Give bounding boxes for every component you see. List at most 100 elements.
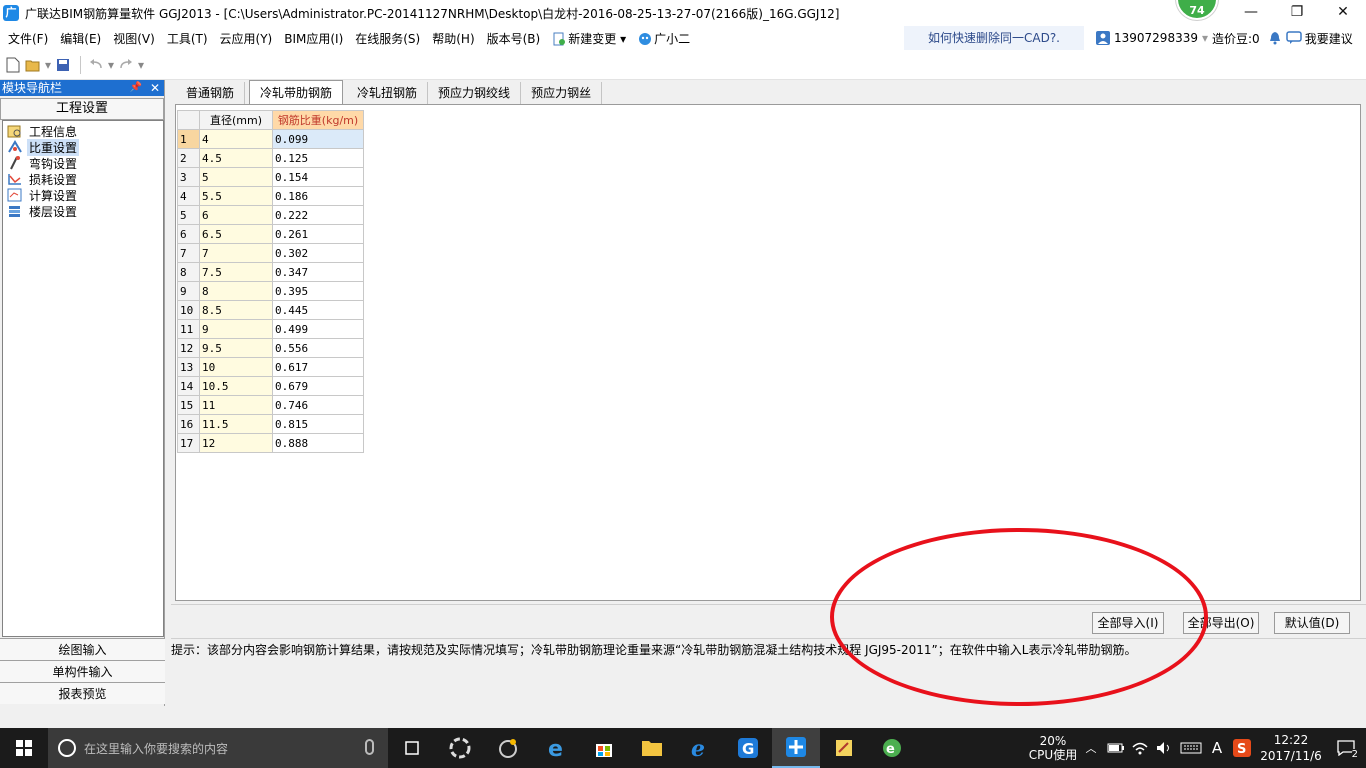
taskbar-app-pinwheel[interactable] (436, 728, 484, 768)
new-change-menu[interactable]: 新建变更 ▾ (544, 30, 630, 47)
tree-item-calc-settings[interactable]: 计算设置 (3, 187, 163, 203)
nav-single-component-input[interactable]: 单构件输入 (0, 660, 165, 682)
menu-version[interactable]: 版本号(B) (479, 30, 545, 47)
table-row[interactable]: 4 5.5 0.186 (177, 186, 364, 206)
diameter-cell[interactable]: 4.5 (199, 148, 273, 168)
column-header-weight[interactable]: 钢筋比重(kg/m) (272, 110, 364, 130)
weight-cell[interactable]: 0.347 (272, 262, 364, 282)
weight-cell[interactable]: 0.099 (272, 129, 364, 149)
cad-tip-link[interactable]: 如何快速删除同一CAD?. (904, 26, 1084, 50)
tab-cold-rolled-ribbed[interactable]: 冷轧带肋钢筋 (249, 80, 344, 104)
diameter-cell[interactable]: 12 (199, 433, 273, 453)
menu-file[interactable]: 文件(F) (0, 30, 52, 47)
open-file-button[interactable] (24, 56, 42, 74)
menu-view[interactable]: 视图(V) (105, 30, 159, 47)
table-corner-cell[interactable] (177, 110, 200, 130)
table-row[interactable]: 5 6 0.222 (177, 205, 364, 225)
maximize-button[interactable]: ❐ (1274, 0, 1320, 26)
menu-help[interactable]: 帮助(H) (424, 30, 478, 47)
phone-number[interactable]: 13907298339 (1114, 31, 1198, 45)
taskbar-app-glodon[interactable]: G (724, 728, 772, 768)
nav-drawing-input[interactable]: 绘图输入 (0, 638, 165, 660)
weight-cell[interactable]: 0.154 (272, 167, 364, 187)
taskbar-app-explorer[interactable] (628, 728, 676, 768)
taskbar-app-notes[interactable] (820, 728, 868, 768)
price-bean-count[interactable]: 造价豆:0 (1212, 30, 1260, 47)
undo-button[interactable] (87, 56, 105, 74)
diameter-cell[interactable]: 5 (199, 167, 273, 187)
weight-cell[interactable]: 0.815 (272, 414, 364, 434)
menu-cloud[interactable]: 云应用(Y) (212, 30, 277, 47)
table-row[interactable]: 3 5 0.154 (177, 167, 364, 187)
weight-cell[interactable]: 0.499 (272, 319, 364, 339)
weight-cell[interactable]: 0.186 (272, 186, 364, 206)
tree-item-floor-settings[interactable]: 楼层设置 (3, 203, 163, 219)
xiaoer-menu[interactable]: 广小二 (630, 30, 694, 47)
tree-item-project-info[interactable]: 工程信息 (3, 123, 163, 139)
table-row[interactable]: 13 10 0.617 (177, 357, 364, 377)
action-center-button[interactable]: 2 (1326, 728, 1366, 768)
battery-icon[interactable] (1107, 742, 1125, 754)
table-row[interactable]: 8 7.5 0.347 (177, 262, 364, 282)
weight-cell[interactable]: 0.746 (272, 395, 364, 415)
taskbar-app-ie[interactable]: e (676, 728, 724, 768)
wifi-icon[interactable] (1131, 741, 1149, 755)
menu-edit[interactable]: 编辑(E) (52, 30, 105, 47)
tab-prestressed-wire[interactable]: 预应力钢丝 (521, 82, 603, 104)
table-row[interactable]: 12 9.5 0.556 (177, 338, 364, 358)
table-row[interactable]: 16 11.5 0.815 (177, 414, 364, 434)
tree-item-hook-settings[interactable]: 弯钩设置 (3, 155, 163, 171)
weight-cell[interactable]: 0.888 (272, 433, 364, 453)
table-row[interactable]: 14 10.5 0.679 (177, 376, 364, 396)
task-view-button[interactable] (388, 728, 436, 768)
bell-icon[interactable] (1268, 31, 1282, 45)
minimize-button[interactable]: — (1228, 0, 1274, 26)
diameter-cell[interactable]: 6.5 (199, 224, 273, 244)
diameter-cell[interactable]: 5.5 (199, 186, 273, 206)
export-all-button[interactable]: 全部导出(O) (1183, 612, 1259, 634)
table-row[interactable]: 9 8 0.395 (177, 281, 364, 301)
close-button[interactable]: ✕ (1320, 0, 1366, 26)
import-all-button[interactable]: 全部导入(I) (1092, 612, 1164, 634)
taskbar-search-box[interactable]: 在这里输入你要搜索的内容 (48, 728, 388, 768)
taskbar-app-ggj-active[interactable] (772, 728, 820, 768)
new-file-button[interactable] (4, 56, 22, 74)
diameter-cell[interactable]: 7.5 (199, 262, 273, 282)
diameter-cell[interactable]: 10 (199, 357, 273, 377)
redo-dropdown-arrow[interactable]: ▾ (137, 56, 145, 74)
taskbar-app-edge[interactable]: e (532, 728, 580, 768)
weight-cell[interactable]: 0.125 (272, 148, 364, 168)
nav-close-icon[interactable]: ✕ (150, 80, 160, 96)
taskbar-app-spiral[interactable] (484, 728, 532, 768)
diameter-cell[interactable]: 4 (199, 129, 273, 149)
taskbar-app-store[interactable] (580, 728, 628, 768)
diameter-cell[interactable]: 8.5 (199, 300, 273, 320)
chevron-up-icon[interactable]: ︿ (1078, 740, 1104, 756)
table-row[interactable]: 11 9 0.499 (177, 319, 364, 339)
table-row[interactable]: 2 4.5 0.125 (177, 148, 364, 168)
taskbar-app-green[interactable]: e (868, 728, 916, 768)
pin-icon[interactable]: 📌 (130, 80, 142, 96)
diameter-cell[interactable]: 9.5 (199, 338, 273, 358)
weight-cell[interactable]: 0.222 (272, 205, 364, 225)
undo-dropdown-arrow[interactable]: ▾ (107, 56, 115, 74)
diameter-cell[interactable]: 8 (199, 281, 273, 301)
menu-bim[interactable]: BIM应用(I) (276, 30, 347, 47)
diameter-cell[interactable]: 7 (199, 243, 273, 263)
tree-item-weight-settings[interactable]: 比重设置 (3, 138, 163, 156)
diameter-cell[interactable]: 11.5 (199, 414, 273, 434)
save-button[interactable] (54, 56, 72, 74)
table-row[interactable]: 1 4 0.099 (177, 129, 364, 149)
keyboard-icon[interactable] (1180, 741, 1202, 755)
volume-icon[interactable] (1155, 741, 1173, 755)
diameter-cell[interactable]: 6 (199, 205, 273, 225)
menu-online[interactable]: 在线服务(S) (347, 30, 424, 47)
nav-group-project-settings[interactable]: 工程设置 (0, 98, 164, 120)
system-clock[interactable]: 12:22 2017/11/6 (1256, 732, 1326, 764)
default-value-button[interactable]: 默认值(D) (1274, 612, 1350, 634)
tab-normal-rebar[interactable]: 普通钢筋 (176, 82, 246, 104)
menu-tools[interactable]: 工具(T) (159, 30, 212, 47)
table-row[interactable]: 17 12 0.888 (177, 433, 364, 453)
weight-cell[interactable]: 0.556 (272, 338, 364, 358)
weight-cell[interactable]: 0.302 (272, 243, 364, 263)
